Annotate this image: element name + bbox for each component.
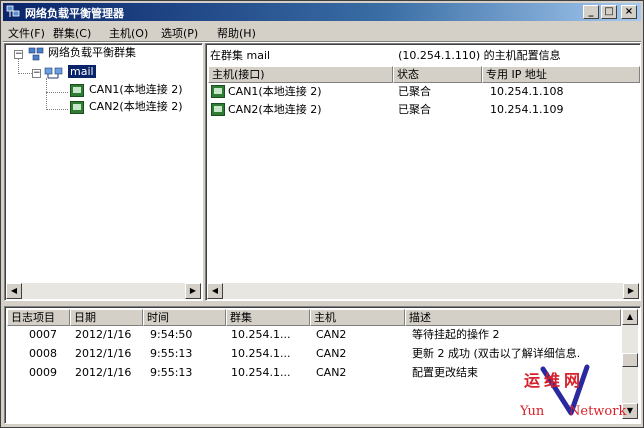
log-header-date[interactable]: 日期 [70,309,143,326]
host-config-pane: 在群集 mail (10.254.1.110) 的主机配置信息 主机(接口) 状态… [205,43,641,301]
log-cluster: 10.254.1... [231,347,291,360]
tree-line [46,92,68,93]
log-host: CAN2 [316,347,347,360]
watermark-top-text: 运维网 [524,371,585,390]
tree-cluster-mail[interactable]: mail [68,64,96,80]
host-icon [211,85,225,98]
tree-horizontal-scrollbar[interactable]: ◀ ▶ [6,283,201,299]
host-status: 已聚合 [398,103,431,116]
menu-file[interactable]: 文件(F) [8,25,45,41]
tree-host-can1[interactable]: CAN1(本地连接 2) [89,82,183,98]
watermark-bottom-right: Network [569,404,627,419]
log-header-host[interactable]: 主机 [310,309,405,326]
log-header-cluster[interactable]: 群集 [226,309,310,326]
scroll-right-arrow-icon[interactable]: ▶ [623,283,639,299]
log-time: 9:55:13 [150,366,193,379]
tree-line [46,78,47,110]
host-icon [70,84,84,97]
host-ip: 10.254.1.108 [490,85,564,98]
caption-suffix: (10.254.1.110) 的主机配置信息 [398,49,561,62]
nlb-app-icon [6,5,20,17]
maximize-button[interactable]: □ [601,5,617,19]
log-header-entry[interactable]: 日志项目 [7,309,70,326]
tree-cluster-label: mail [68,65,96,78]
caption-prefix: 在群集 mail [210,49,271,62]
minimize-button[interactable]: _ [583,5,599,19]
log-date: 2012/1/16 [75,347,132,360]
window-title: 网络负载平衡管理器 [25,7,124,20]
log-time: 9:54:50 [150,328,193,341]
host-icon [211,103,225,116]
log-entry-id: 0009 [29,366,57,379]
menu-host[interactable]: 主机(O) [109,25,148,41]
scroll-left-arrow-icon[interactable]: ◀ [207,283,223,299]
host-config-caption: 在群集 mail (10.254.1.110) 的主机配置信息 [210,47,561,63]
nlb-cluster-icon [28,47,44,61]
scroll-up-arrow-icon[interactable]: ▲ [622,309,638,325]
log-description: 更新 2 成功 (双击以了解详细信息. [412,347,581,360]
title-bar[interactable]: 网络负载平衡管理器 _ □ × [3,3,641,21]
column-header-private-ip[interactable]: 专用 IP 地址 [482,66,640,83]
nlb-manager-window: 网络负载平衡管理器 _ □ × 文件(F) 群集(C) 主机(O) 选项(P) … [0,0,644,428]
host-name: CAN1(本地连接 2) [228,85,322,98]
host-name: CAN2(本地连接 2) [228,103,322,116]
host-icon [70,101,84,114]
column-header-status[interactable]: 状态 [393,66,482,83]
log-host: CAN2 [316,366,347,379]
log-description: 等待挂起的操作 2 [412,328,500,341]
log-entry-id: 0008 [29,347,57,360]
log-date: 2012/1/16 [75,328,132,341]
tree-line [18,58,19,74]
log-cluster: 10.254.1... [231,328,291,341]
scroll-right-arrow-icon[interactable]: ▶ [185,283,201,299]
watermark-bottom-left: Yun [520,404,545,419]
log-header-description[interactable]: 描述 [405,309,621,326]
menu-bar: 文件(F) 群集(C) 主机(O) 选项(P) 帮助(H) [3,22,641,41]
log-header-time[interactable]: 时间 [143,309,226,326]
tree-root[interactable]: 网络负载平衡群集 [48,45,136,61]
log-date: 2012/1/16 [75,366,132,379]
host-ip: 10.254.1.109 [490,103,564,116]
host-status: 已聚合 [398,85,431,98]
tree-host-can2[interactable]: CAN2(本地连接 2) [89,99,183,115]
menu-help[interactable]: 帮助(H) [217,25,256,41]
column-header-host[interactable]: 主机(接口) [208,66,393,83]
collapse-toggle[interactable]: − [32,69,41,78]
collapse-toggle[interactable]: − [14,50,23,59]
log-entry-id: 0007 [29,328,57,341]
log-cluster: 10.254.1... [231,366,291,379]
log-host: CAN2 [316,328,347,341]
cluster-tree-pane[interactable]: − 网络负载平衡群集 − mail CAN1(本地连接 2) CAN2(本地连接… [4,43,203,301]
close-button[interactable]: × [621,5,637,19]
menu-cluster[interactable]: 群集(C) [53,25,91,41]
cluster-icon [44,67,63,79]
tree-line [46,109,68,110]
hosts-horizontal-scrollbar[interactable]: ◀ ▶ [207,283,639,299]
log-time: 9:55:13 [150,347,193,360]
scroll-left-arrow-icon[interactable]: ◀ [6,283,22,299]
menu-options[interactable]: 选项(P) [161,25,198,41]
